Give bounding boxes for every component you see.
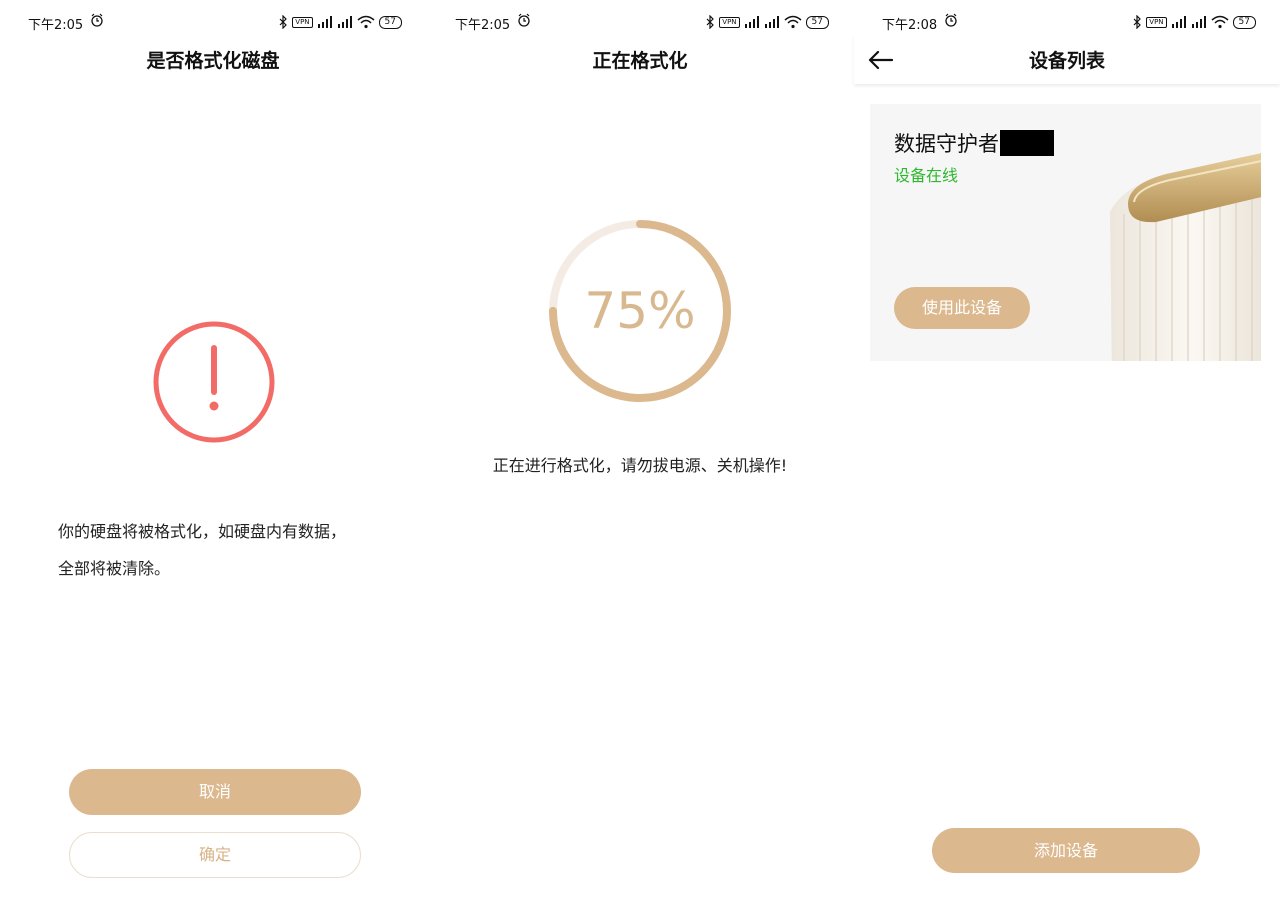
device-name: 数据守护者 bbox=[894, 128, 1054, 158]
vpn-badge: VPN bbox=[1146, 16, 1167, 28]
signal-icon bbox=[764, 16, 779, 28]
status-bar: 下午2:08 VPN 57 bbox=[854, 10, 1280, 36]
alarm-icon bbox=[945, 13, 957, 27]
formatting-progress-screen: 下午2:05 VPN 57 正在格式化 75% 正在进行格式化，请勿拔电源、关机… bbox=[427, 0, 853, 920]
bluetooth-icon bbox=[279, 15, 288, 29]
alarm-icon bbox=[91, 13, 103, 27]
redacted-block bbox=[1000, 130, 1054, 156]
status-bar: 下午2:05 VPN 57 bbox=[0, 10, 426, 36]
device-image bbox=[1110, 153, 1261, 361]
navigation-bar: 设备列表 bbox=[854, 36, 1280, 84]
status-bar: 下午2:05 VPN 57 bbox=[427, 10, 853, 36]
status-time: 下午2:05 bbox=[455, 18, 511, 33]
warning-icon bbox=[153, 321, 275, 443]
signal-icon bbox=[317, 16, 332, 28]
battery-icon: 57 bbox=[805, 15, 829, 29]
wifi-icon bbox=[357, 15, 375, 29]
confirm-button[interactable]: 确定 bbox=[69, 832, 361, 878]
device-list-screen: 下午2:08 VPN 57 设备列表 数据守护者 设备在线 使用此设备 添加设备 bbox=[854, 0, 1280, 920]
vpn-badge: VPN bbox=[719, 16, 740, 28]
signal-icon bbox=[1171, 16, 1186, 28]
bluetooth-icon bbox=[706, 15, 715, 29]
add-device-button[interactable]: 添加设备 bbox=[932, 828, 1200, 873]
device-name-text: 数据守护者 bbox=[894, 132, 999, 156]
warning-message-line-1: 你的硬盘将被格式化，如硬盘内有数据， bbox=[58, 522, 347, 541]
device-card[interactable]: 数据守护者 设备在线 使用此设备 bbox=[870, 104, 1261, 361]
device-status: 设备在线 bbox=[894, 166, 959, 185]
progress-percent: 75% bbox=[584, 282, 696, 340]
alarm-icon bbox=[518, 13, 530, 27]
status-time: 下午2:08 bbox=[882, 18, 938, 33]
signal-icon bbox=[1191, 16, 1206, 28]
signal-icon bbox=[744, 16, 759, 28]
signal-icon bbox=[337, 16, 352, 28]
cancel-button[interactable]: 取消 bbox=[69, 769, 361, 815]
formatting-warning-note: 正在进行格式化，请勿拔电源、关机操作! bbox=[492, 456, 788, 475]
page-title: 设备列表 bbox=[1028, 50, 1105, 72]
wifi-icon bbox=[1211, 15, 1229, 29]
warning-message-line-2: 全部将被清除。 bbox=[58, 559, 171, 578]
battery-icon: 57 bbox=[378, 15, 402, 29]
vpn-badge: VPN bbox=[292, 16, 313, 28]
status-time: 下午2:05 bbox=[28, 18, 84, 33]
page-title: 正在格式化 bbox=[592, 50, 688, 72]
page-title: 是否格式化磁盘 bbox=[146, 50, 280, 72]
battery-icon: 57 bbox=[1232, 15, 1256, 29]
use-device-button[interactable]: 使用此设备 bbox=[894, 287, 1030, 329]
format-confirm-screen: 下午2:05 VPN 57 是否格式化磁盘 你的硬盘将被格式化，如硬盘内有数据，… bbox=[0, 0, 426, 920]
wifi-icon bbox=[784, 15, 802, 29]
bluetooth-icon bbox=[1133, 15, 1142, 29]
